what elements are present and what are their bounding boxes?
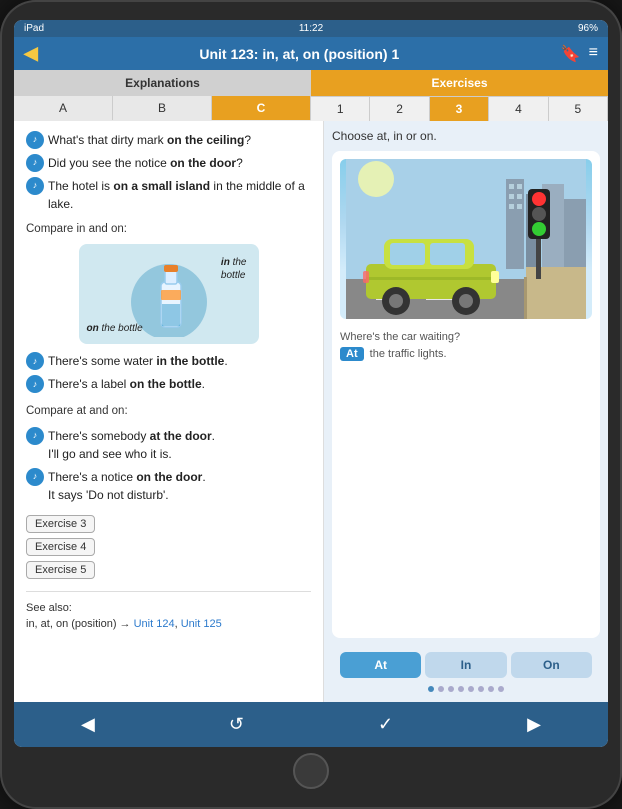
exercises-label: Exercises bbox=[311, 70, 608, 96]
dot-3 bbox=[448, 686, 454, 692]
see-also: See also: in, at, on (position) → Unit 1… bbox=[26, 600, 311, 633]
home-button[interactable] bbox=[293, 753, 329, 789]
answer-area: At the traffic lights. bbox=[340, 347, 592, 361]
btn-in[interactable]: In bbox=[425, 652, 506, 678]
title-bar: ◀ Unit 123: in, at, on (position) 1 🔖 ≡ bbox=[14, 37, 608, 70]
page-title: Unit 123: in, at, on (position) 1 bbox=[46, 46, 553, 62]
unit-124-link[interactable]: Unit 124 bbox=[134, 618, 175, 630]
btn-at[interactable]: At bbox=[340, 652, 421, 678]
exercise-buttons-area: Exercise 3 Exercise 4 Exercise 5 bbox=[26, 514, 311, 583]
title-icons: 🔖 ≡ bbox=[561, 44, 598, 64]
at-sentence-2-text: There's a notice on the door.It says 'Do… bbox=[48, 468, 206, 504]
bottle-sentence-1-text: There's some water in the bottle. bbox=[48, 352, 228, 370]
right-panel: Choose at, in or on. bbox=[324, 121, 608, 702]
tabs-row: Explanations A B C Exercises 1 2 3 4 5 bbox=[14, 70, 608, 121]
dot-4 bbox=[458, 686, 464, 692]
dot-6 bbox=[478, 686, 484, 692]
tab-c[interactable]: C bbox=[212, 96, 311, 120]
explanations-section: Explanations A B C bbox=[14, 70, 311, 121]
question-area: Where's the car waiting? At the traffic … bbox=[340, 327, 592, 365]
sentence-2-text: Did you see the notice on the door? bbox=[48, 154, 243, 172]
sentence-2: ♪ Did you see the notice on the door? bbox=[26, 154, 311, 172]
dot-8 bbox=[498, 686, 504, 692]
tab-b[interactable]: B bbox=[113, 96, 212, 120]
exercise-card: Where's the car waiting? At the traffic … bbox=[332, 151, 600, 638]
dot-2 bbox=[438, 686, 444, 692]
back-button[interactable]: ◀ bbox=[24, 43, 38, 64]
answer-pill: At bbox=[340, 347, 364, 361]
status-ipad: iPad bbox=[24, 23, 44, 34]
exercise-5-btn[interactable]: Exercise 5 bbox=[26, 561, 95, 579]
tab-ex3[interactable]: 3 bbox=[430, 96, 489, 121]
bottle-diagram: in thebottle on the bottle bbox=[79, 244, 259, 344]
divider bbox=[26, 591, 311, 592]
prev-button[interactable]: ◀ bbox=[65, 710, 111, 739]
instruction-text: Choose at, in or on. bbox=[332, 129, 600, 143]
scene-svg bbox=[340, 159, 592, 319]
status-battery: 96% bbox=[578, 23, 598, 34]
see-also-text: in, at, on (position) → bbox=[26, 618, 134, 630]
bottle-sentence-1: ♪ There's some water in the bottle. bbox=[26, 352, 311, 370]
answer-text: the traffic lights. bbox=[370, 348, 447, 360]
tab-ex2[interactable]: 2 bbox=[370, 96, 429, 121]
exercise-4-btn[interactable]: Exercise 4 bbox=[26, 538, 95, 556]
bookmark-icon[interactable]: 🔖 bbox=[561, 44, 581, 64]
sentence-3: ♪ The hotel is on a small island in the … bbox=[26, 177, 311, 213]
next-button[interactable]: ▶ bbox=[511, 710, 557, 739]
answer-buttons: At In On bbox=[332, 646, 600, 684]
dot-1 bbox=[428, 686, 434, 692]
progress-dots bbox=[332, 684, 600, 694]
exercises-section: Exercises 1 2 3 4 5 bbox=[311, 70, 608, 121]
at-sentence-1-text: There's somebody at the door.I'll go and… bbox=[48, 427, 215, 463]
audio-icon-3[interactable]: ♪ bbox=[26, 177, 44, 195]
status-time: 11:22 bbox=[299, 23, 323, 34]
sentence-1: ♪ What's that dirty mark on the ceiling? bbox=[26, 131, 311, 149]
bottle-sentence-2-text: There's a label on the bottle. bbox=[48, 375, 205, 393]
audio-icon-5[interactable]: ♪ bbox=[26, 375, 44, 393]
explanation-subtabs: A B C bbox=[14, 96, 311, 120]
at-sentence-2: ♪ There's a notice on the door.It says '… bbox=[26, 468, 311, 504]
exercise-3-btn[interactable]: Exercise 3 bbox=[26, 515, 95, 533]
exercise-subtabs: 1 2 3 4 5 bbox=[311, 96, 608, 121]
tab-ex5[interactable]: 5 bbox=[549, 96, 608, 121]
ipad-screen: iPad 11:22 96% ◀ Unit 123: in, at, on (p… bbox=[14, 20, 608, 747]
nav-bar: ◀ ↺ ✓ ▶ bbox=[14, 702, 608, 747]
left-panel: ♪ What's that dirty mark on the ceiling?… bbox=[14, 121, 324, 702]
audio-icon-2[interactable]: ♪ bbox=[26, 154, 44, 172]
content-area: ♪ What's that dirty mark on the ceiling?… bbox=[14, 121, 608, 702]
see-also-label: See also: bbox=[26, 602, 72, 614]
ipad-frame: iPad 11:22 96% ◀ Unit 123: in, at, on (p… bbox=[0, 0, 622, 809]
tab-ex1[interactable]: 1 bbox=[311, 96, 370, 121]
status-bar: iPad 11:22 96% bbox=[14, 20, 608, 37]
car-image bbox=[340, 159, 592, 319]
label-on: on the bottle bbox=[87, 321, 143, 336]
tab-a[interactable]: A bbox=[14, 96, 113, 120]
audio-icon-6[interactable]: ♪ bbox=[26, 427, 44, 445]
see-also-links: in, at, on (position) → Unit 124, Unit 1… bbox=[26, 618, 222, 630]
audio-icon-4[interactable]: ♪ bbox=[26, 352, 44, 370]
explanations-label: Explanations bbox=[14, 70, 311, 96]
audio-icon-7[interactable]: ♪ bbox=[26, 468, 44, 486]
label-in: in thebottle bbox=[221, 256, 247, 282]
sentence-1-text: What's that dirty mark on the ceiling? bbox=[48, 131, 251, 149]
unit-125-link[interactable]: Unit 125 bbox=[181, 618, 222, 630]
sentence-3-text: The hotel is on a small island in the mi… bbox=[48, 177, 311, 213]
refresh-button[interactable]: ↺ bbox=[213, 710, 260, 739]
compare-in-on-label: Compare in and on: bbox=[26, 221, 311, 238]
tab-ex4[interactable]: 4 bbox=[489, 96, 548, 121]
bottle-sentence-2: ♪ There's a label on the bottle. bbox=[26, 375, 311, 393]
audio-icon-1[interactable]: ♪ bbox=[26, 131, 44, 149]
compare-at-on-label: Compare at and on: bbox=[26, 403, 311, 420]
dot-5 bbox=[468, 686, 474, 692]
btn-on[interactable]: On bbox=[511, 652, 592, 678]
dot-7 bbox=[488, 686, 494, 692]
menu-icon[interactable]: ≡ bbox=[589, 44, 598, 64]
at-sentence-1: ♪ There's somebody at the door.I'll go a… bbox=[26, 427, 311, 463]
question-text: Where's the car waiting? bbox=[340, 331, 592, 343]
check-button[interactable]: ✓ bbox=[362, 710, 409, 739]
